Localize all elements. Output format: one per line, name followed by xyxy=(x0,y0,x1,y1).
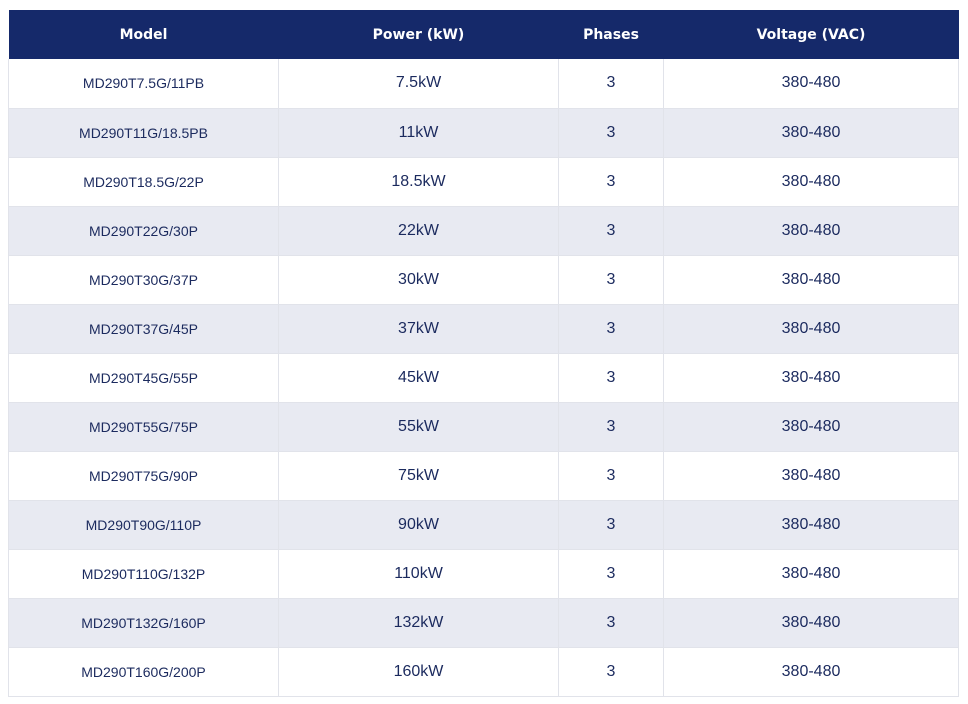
table-row: MD290T55G/75P 55kW 3 380-480 xyxy=(8,402,959,452)
cell-phases: 3 xyxy=(558,500,664,550)
cell-voltage: 380-480 xyxy=(663,353,959,403)
cell-power: 18.5kW xyxy=(278,157,559,207)
cell-power: 160kW xyxy=(278,647,559,697)
column-header-phases: Phases xyxy=(583,26,639,43)
cell-phases: 3 xyxy=(558,647,664,697)
table-row: MD290T30G/37P 30kW 3 380-480 xyxy=(8,255,959,305)
cell-voltage: 380-480 xyxy=(663,157,959,207)
cell-model: MD290T132G/160P xyxy=(8,598,279,648)
cell-power: 45kW xyxy=(278,353,559,403)
cell-voltage: 380-480 xyxy=(663,647,959,697)
column-header-model: Model xyxy=(119,26,168,43)
cell-power: 11kW xyxy=(278,108,559,158)
cell-model: MD290T45G/55P xyxy=(8,353,279,403)
cell-model: MD290T110G/132P xyxy=(8,549,279,599)
table-row: MD290T132G/160P 132kW 3 380-480 xyxy=(8,598,959,648)
table-body: MD290T7.5G/11PB 7.5kW 3 380-480 MD290T11… xyxy=(8,59,959,697)
cell-power: 37kW xyxy=(278,304,559,354)
cell-model: MD290T37G/45P xyxy=(8,304,279,354)
cell-phases: 3 xyxy=(558,157,664,207)
cell-model: MD290T7.5G/11PB xyxy=(8,59,279,109)
cell-voltage: 380-480 xyxy=(663,598,959,648)
table-row: MD290T110G/132P 110kW 3 380-480 xyxy=(8,549,959,599)
cell-phases: 3 xyxy=(558,598,664,648)
table-header: Model Power (kW) Phases Voltage (VAC) xyxy=(8,10,959,59)
cell-voltage: 380-480 xyxy=(663,206,959,256)
cell-voltage: 380-480 xyxy=(663,255,959,305)
cell-model: MD290T55G/75P xyxy=(8,402,279,452)
table-row: MD290T160G/200P 160kW 3 380-480 xyxy=(8,647,959,697)
cell-power: 7.5kW xyxy=(278,59,559,109)
table-row: MD290T7.5G/11PB 7.5kW 3 380-480 xyxy=(8,59,959,109)
cell-model: MD290T11G/18.5PB xyxy=(8,108,279,158)
table-row: MD290T18.5G/22P 18.5kW 3 380-480 xyxy=(8,157,959,207)
table-header-row: Model Power (kW) Phases Voltage (VAC) xyxy=(8,10,959,59)
cell-power: 110kW xyxy=(278,549,559,599)
cell-power: 55kW xyxy=(278,402,559,452)
table-row: MD290T22G/30P 22kW 3 380-480 xyxy=(8,206,959,256)
cell-model: MD290T30G/37P xyxy=(8,255,279,305)
table-row: MD290T37G/45P 37kW 3 380-480 xyxy=(8,304,959,354)
table-row: MD290T45G/55P 45kW 3 380-480 xyxy=(8,353,959,403)
cell-phases: 3 xyxy=(558,59,664,109)
cell-voltage: 380-480 xyxy=(663,549,959,599)
table-row: MD290T11G/18.5PB 11kW 3 380-480 xyxy=(8,108,959,158)
cell-voltage: 380-480 xyxy=(663,500,959,550)
cell-voltage: 380-480 xyxy=(663,59,959,109)
cell-voltage: 380-480 xyxy=(663,108,959,158)
cell-model: MD290T75G/90P xyxy=(8,451,279,501)
cell-phases: 3 xyxy=(558,304,664,354)
cell-model: MD290T18.5G/22P xyxy=(8,157,279,207)
column-header-power: Power (kW) xyxy=(372,26,465,43)
cell-voltage: 380-480 xyxy=(663,304,959,354)
cell-voltage: 380-480 xyxy=(663,451,959,501)
cell-phases: 3 xyxy=(558,402,664,452)
cell-model: MD290T22G/30P xyxy=(8,206,279,256)
cell-power: 132kW xyxy=(278,598,559,648)
table-row: MD290T90G/110P 90kW 3 380-480 xyxy=(8,500,959,550)
cell-model: MD290T160G/200P xyxy=(8,647,279,697)
cell-phases: 3 xyxy=(558,549,664,599)
cell-voltage: 380-480 xyxy=(663,402,959,452)
column-header-voltage: Voltage (VAC) xyxy=(756,26,866,43)
cell-phases: 3 xyxy=(558,353,664,403)
cell-power: 30kW xyxy=(278,255,559,305)
cell-phases: 3 xyxy=(558,451,664,501)
cell-power: 22kW xyxy=(278,206,559,256)
cell-phases: 3 xyxy=(558,206,664,256)
cell-model: MD290T90G/110P xyxy=(8,500,279,550)
cell-phases: 3 xyxy=(558,108,664,158)
cell-phases: 3 xyxy=(558,255,664,305)
cell-power: 75kW xyxy=(278,451,559,501)
cell-power: 90kW xyxy=(278,500,559,550)
product-spec-table: Model Power (kW) Phases Voltage (VAC) MD… xyxy=(8,10,959,697)
table-row: MD290T75G/90P 75kW 3 380-480 xyxy=(8,451,959,501)
product-spec-table-container: Model Power (kW) Phases Voltage (VAC) MD… xyxy=(8,10,959,697)
